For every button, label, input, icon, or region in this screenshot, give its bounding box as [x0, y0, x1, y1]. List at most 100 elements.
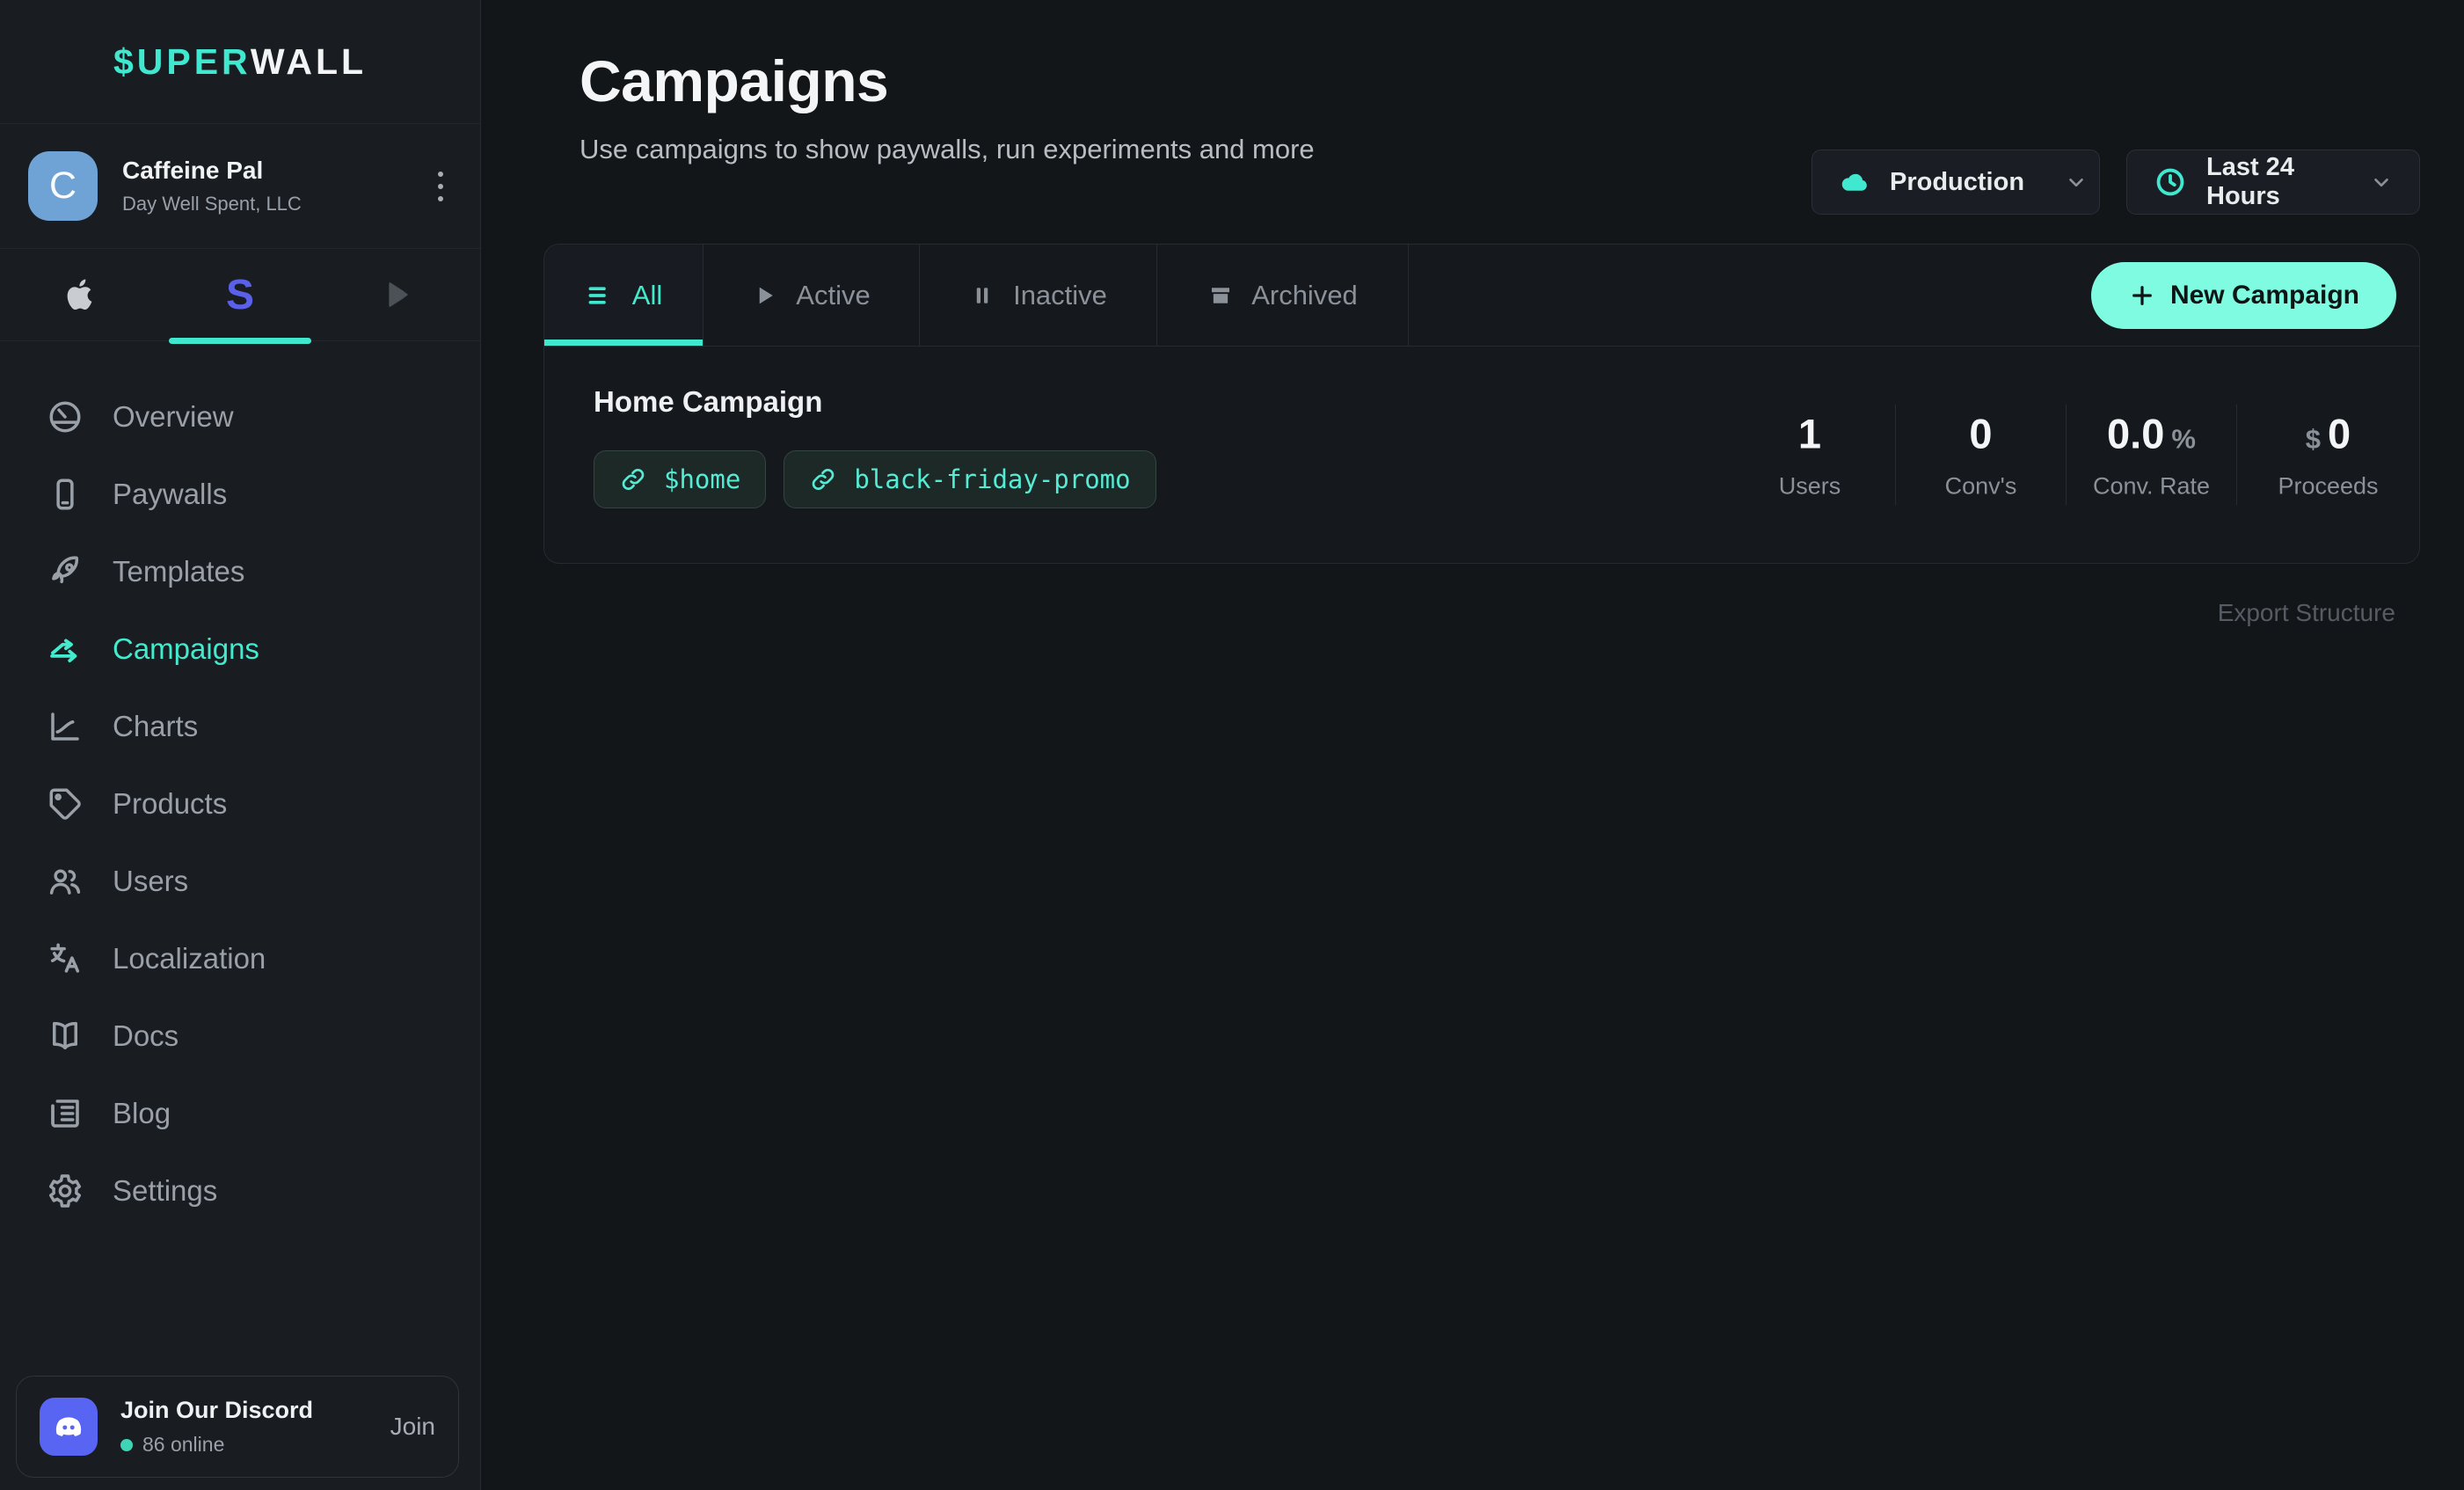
newspaper-icon — [46, 1094, 84, 1133]
sidebar-item-campaigns[interactable]: Campaigns — [0, 610, 480, 688]
rocket-icon — [46, 552, 84, 591]
account-org: Day Well Spent, LLC — [122, 193, 302, 215]
sidebar-item-label: Templates — [113, 555, 244, 588]
sidebar-item-label: Products — [113, 787, 227, 821]
account-switcher[interactable]: C Caffeine Pal Day Well Spent, LLC — [0, 124, 480, 249]
archive-box-icon — [1207, 282, 1234, 309]
phone-icon — [46, 475, 84, 514]
new-campaign-label: New Campaign — [2170, 281, 2359, 310]
tab-inactive[interactable]: Inactive — [920, 245, 1157, 346]
campaigns-panel-area: All Active Inactive — [543, 244, 2420, 627]
placement-tag[interactable]: black-friday-promo — [784, 450, 1155, 508]
tab-label: All — [632, 280, 662, 311]
discord-join-button[interactable]: Join — [390, 1413, 435, 1441]
price-tag-icon — [46, 785, 84, 823]
campaigns-panel: All Active Inactive — [543, 244, 2420, 564]
time-range-dropdown[interactable]: Last 24 Hours — [2126, 150, 2420, 215]
clock-icon — [2154, 165, 2187, 199]
sidebar-item-label: Docs — [113, 1019, 179, 1053]
play-icon — [752, 282, 778, 309]
account-text: Caffeine Pal Day Well Spent, LLC — [122, 157, 302, 215]
link-icon — [809, 465, 837, 493]
overview-gauge-icon — [46, 398, 84, 436]
placement-tag[interactable]: $home — [594, 450, 766, 508]
sidebar-item-templates[interactable]: Templates — [0, 533, 480, 610]
plus-icon — [2128, 281, 2156, 310]
sidebar-item-blog[interactable]: Blog — [0, 1075, 480, 1152]
avatar: C — [28, 151, 98, 221]
tab-active[interactable]: Active — [703, 245, 920, 346]
open-book-icon — [46, 1017, 84, 1055]
sidebar-item-label: Blog — [113, 1097, 171, 1130]
sidebar-item-label: Localization — [113, 942, 266, 975]
tab-label: Archived — [1251, 280, 1358, 311]
sidebar: $UPERWALL C Caffeine Pal Day Well Spent,… — [0, 0, 481, 1490]
stat-number: 1 — [1798, 410, 1821, 458]
environment-dropdown[interactable]: Production — [1812, 150, 2100, 215]
google-play-icon — [383, 277, 418, 312]
account-name: Caffeine Pal — [122, 157, 302, 185]
online-dot-icon — [120, 1439, 133, 1451]
page-header: Campaigns Use campaigns to show paywalls… — [482, 0, 2464, 165]
stat-prefix: $ — [2306, 424, 2321, 456]
sidebar-item-charts[interactable]: Charts — [0, 688, 480, 765]
account-menu-kebab-icon[interactable] — [429, 163, 452, 210]
stat-label: Proceeds — [2278, 473, 2378, 500]
stat-label: Conv's — [1945, 473, 2017, 500]
stat-number: 0 — [1969, 410, 1992, 458]
sidebar-item-docs[interactable]: Docs — [0, 997, 480, 1075]
stat-users: 1 Users — [1724, 405, 1895, 506]
placement-label: black-friday-promo — [854, 464, 1130, 494]
sidebar-item-users[interactable]: Users — [0, 843, 480, 920]
platform-tab-apple[interactable] — [0, 249, 160, 340]
sidebar-item-localization[interactable]: Localization — [0, 920, 480, 997]
environment-value: Production — [1890, 168, 2024, 197]
export-structure-link[interactable]: Export Structure — [2218, 599, 2395, 627]
new-campaign-button[interactable]: New Campaign — [2091, 262, 2396, 329]
discord-title: Join Our Discord — [120, 1397, 313, 1424]
logo-row: $UPERWALL — [0, 0, 480, 124]
stat-number: 0.0 — [2107, 410, 2164, 458]
people-icon — [46, 862, 84, 901]
pause-icon — [969, 282, 995, 309]
sidebar-item-label: Charts — [113, 710, 198, 743]
superwall-logo[interactable]: $UPERWALL — [113, 41, 367, 83]
placement-label: $home — [664, 464, 740, 494]
filters-bar: Production Last 24 Hours — [1812, 150, 2420, 215]
sidebar-item-label: Campaigns — [113, 632, 259, 666]
tab-archived[interactable]: Archived — [1157, 245, 1409, 346]
chevron-down-icon — [2065, 171, 2088, 194]
discord-online-count: 86 online — [142, 1433, 224, 1457]
superwall-s-icon: S — [226, 271, 254, 319]
sidebar-item-overview[interactable]: Overview — [0, 378, 480, 456]
chevron-down-icon — [2370, 171, 2393, 194]
campaign-row[interactable]: Home Campaign $home — [544, 347, 2419, 563]
platform-tab-superwall[interactable]: S — [160, 249, 320, 340]
stat-label: Conv. Rate — [2093, 473, 2210, 500]
discord-icon — [40, 1398, 98, 1456]
logo-accent-text: $UPER — [113, 41, 251, 82]
sidebar-nav: Overview Paywalls Templates — [0, 341, 480, 1230]
sidebar-item-settings[interactable]: Settings — [0, 1152, 480, 1230]
tabs-spacer — [1409, 245, 2091, 346]
sidebar-item-label: Settings — [113, 1174, 217, 1208]
tab-all[interactable]: All — [544, 245, 703, 346]
discord-text: Join Our Discord 86 online — [120, 1397, 313, 1457]
stat-label: Users — [1779, 473, 1841, 500]
export-row: Export Structure — [543, 599, 2420, 627]
translate-icon — [46, 939, 84, 978]
sidebar-item-products[interactable]: Products — [0, 765, 480, 843]
split-arrows-icon — [46, 630, 84, 668]
sidebar-item-label: Paywalls — [113, 478, 227, 511]
platform-switcher: S — [0, 249, 480, 341]
sidebar-item-paywalls[interactable]: Paywalls — [0, 456, 480, 533]
sidebar-item-label: Overview — [113, 400, 234, 434]
platform-tab-google-play[interactable] — [320, 249, 480, 340]
campaign-stats: 1 Users 0 Conv's 0.0 % — [1724, 405, 2419, 506]
discord-online: 86 online — [120, 1433, 313, 1457]
discord-card[interactable]: Join Our Discord 86 online Join — [16, 1376, 459, 1478]
cloud-icon — [1839, 166, 1870, 198]
main-content: Campaigns Use campaigns to show paywalls… — [482, 0, 2464, 1490]
apple-icon — [62, 276, 98, 313]
tab-label: Active — [796, 280, 870, 311]
